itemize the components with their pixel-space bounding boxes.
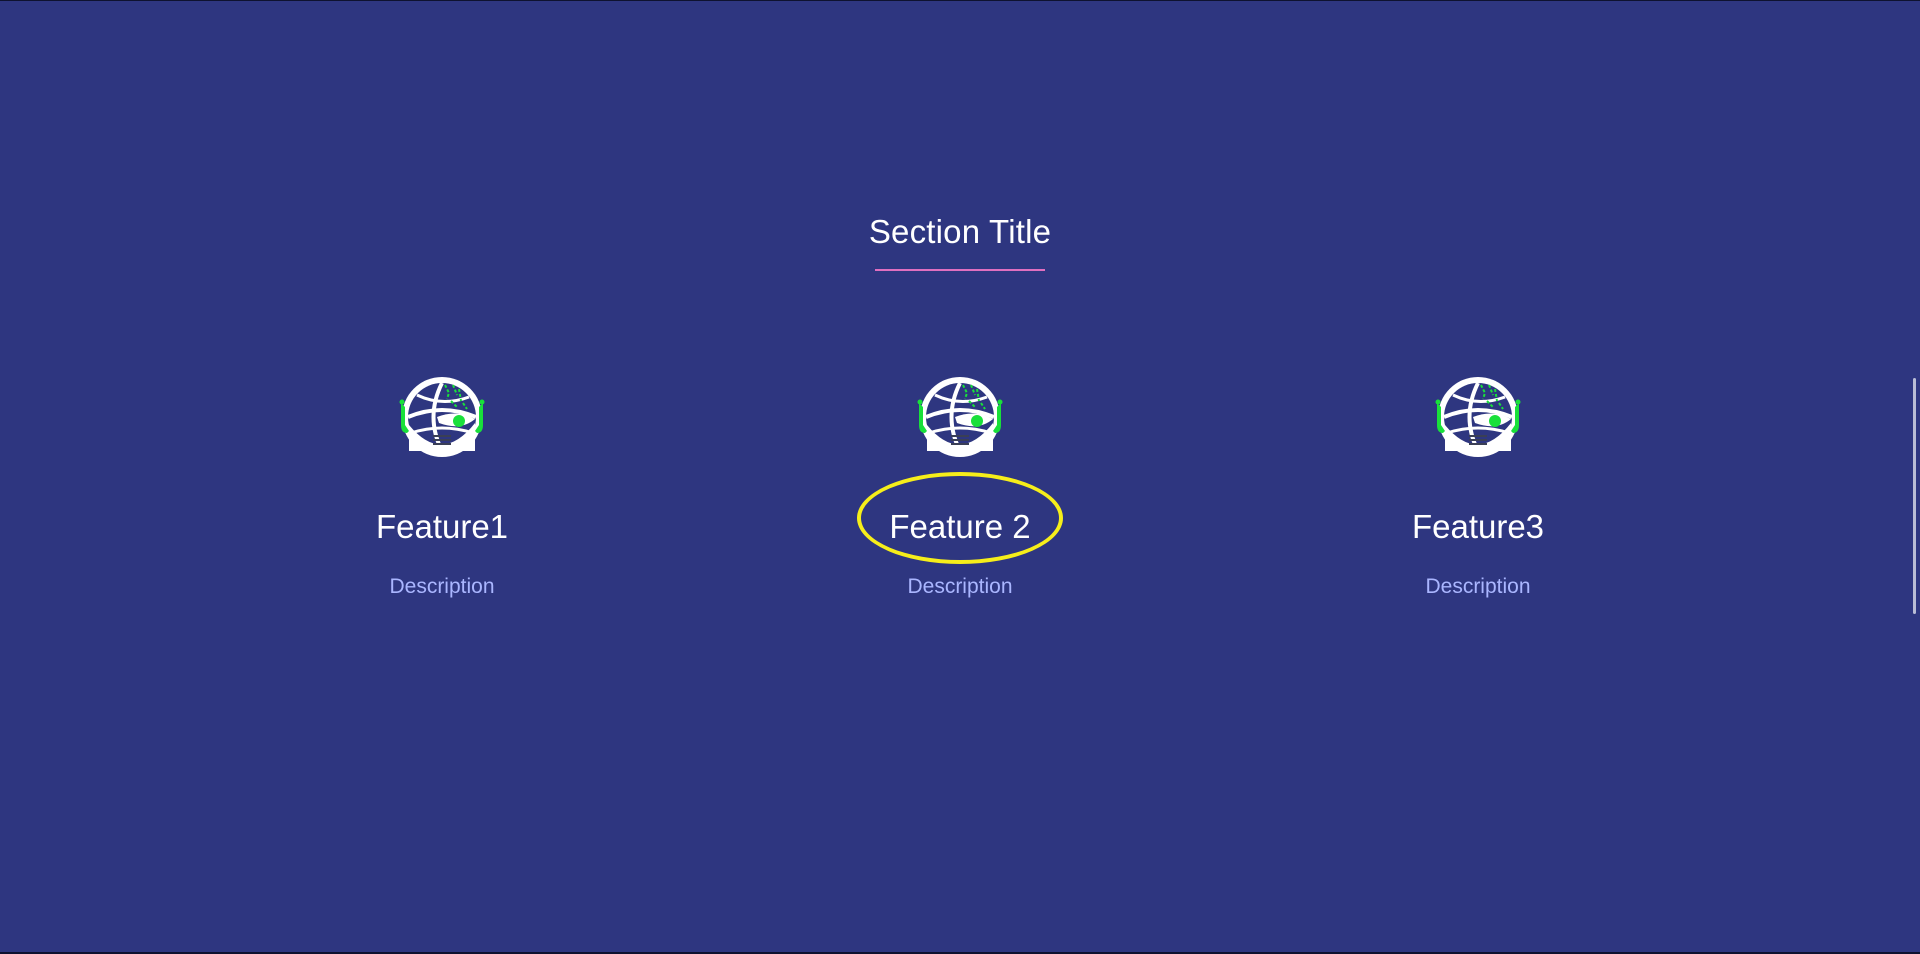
feature-card-2: Feature 2 Description bbox=[800, 373, 1120, 600]
feature-title[interactable]: Feature1 bbox=[282, 507, 602, 547]
globe-circuit-icon bbox=[1435, 377, 1521, 457]
section-title: Section Title bbox=[868, 213, 1052, 250]
feature-card-1: Feature1 Description bbox=[282, 373, 602, 600]
feature-description: Description bbox=[389, 575, 495, 598]
globe-circuit-icon bbox=[399, 377, 485, 457]
feature-card-3: Feature3 Description bbox=[1318, 373, 1638, 600]
feature-title[interactable]: Feature3 bbox=[1318, 507, 1638, 547]
feature-description: Description bbox=[1425, 575, 1531, 598]
scrollbar-thumb[interactable] bbox=[1913, 378, 1916, 614]
globe-circuit-icon bbox=[917, 377, 1003, 457]
feature-description: Description bbox=[907, 575, 1013, 598]
top-border bbox=[0, 0, 1920, 1]
feature-title[interactable]: Feature 2 bbox=[800, 507, 1120, 547]
section-title-underline bbox=[875, 269, 1045, 271]
